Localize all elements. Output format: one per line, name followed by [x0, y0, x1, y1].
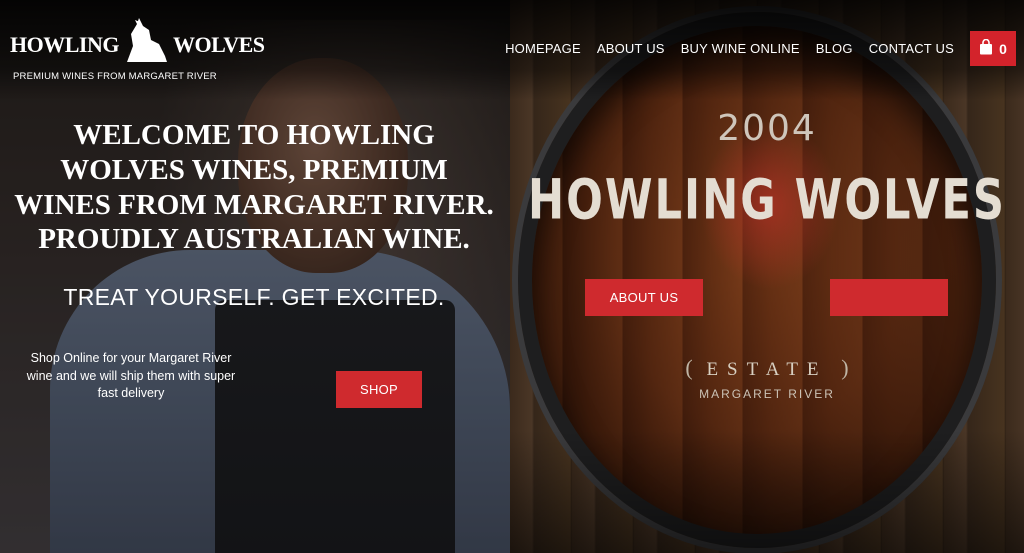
welcome-heading: WELCOME TO HOWLING WOLVES WINES, PREMIUM…: [14, 119, 494, 256]
shopping-bag-icon: [979, 38, 993, 58]
barrel-region: MARGARET RIVER: [699, 387, 835, 401]
nav-item-blog[interactable]: BLOG: [816, 41, 853, 56]
barrel-brand: HOWLING WOLVES: [528, 167, 1006, 233]
shop-description: Shop Online for your Margaret River wine…: [26, 351, 236, 400]
site-logo[interactable]: HOWLING WOLVES: [10, 14, 265, 64]
barrel-estate-label: ESTATE: [706, 359, 828, 380]
logo-word-left: HOWLING: [10, 32, 119, 57]
laurel-right-icon: ): [841, 355, 849, 380]
site-tagline: PREMIUM WINES FROM MARGARET RIVER: [13, 71, 217, 82]
barrel-estate: ( ESTATE ): [510, 355, 1024, 381]
nav-item-buy-wine-online[interactable]: BUY WINE ONLINE: [681, 41, 800, 56]
top-bar: HOWLING WOLVES PREMIUM WINES FROM MARGAR…: [0, 0, 1024, 100]
about-us-button[interactable]: ABOUT US: [585, 279, 703, 316]
floor-shade: [510, 430, 1024, 553]
treat-heading: TREAT YOURSELF. GET EXCITED.: [63, 284, 445, 310]
nav-item-contact-us[interactable]: CONTACT US: [869, 41, 954, 56]
nav-item-about-us[interactable]: ABOUT US: [597, 41, 665, 56]
barrel-year: 2004: [717, 108, 817, 149]
logo-word-right: WOLVES: [172, 32, 265, 57]
main-nav: HOMEPAGE ABOUT US BUY WINE ONLINE BLOG C…: [505, 41, 954, 56]
secondary-button[interactable]: [830, 279, 948, 316]
shop-button[interactable]: SHOP: [336, 371, 422, 408]
wolf-logo-icon: [121, 16, 171, 64]
cart-count: 0: [999, 40, 1007, 57]
nav-item-homepage[interactable]: HOMEPAGE: [505, 41, 581, 56]
cart-button[interactable]: 0: [970, 31, 1016, 66]
laurel-left-icon: (: [685, 355, 693, 380]
